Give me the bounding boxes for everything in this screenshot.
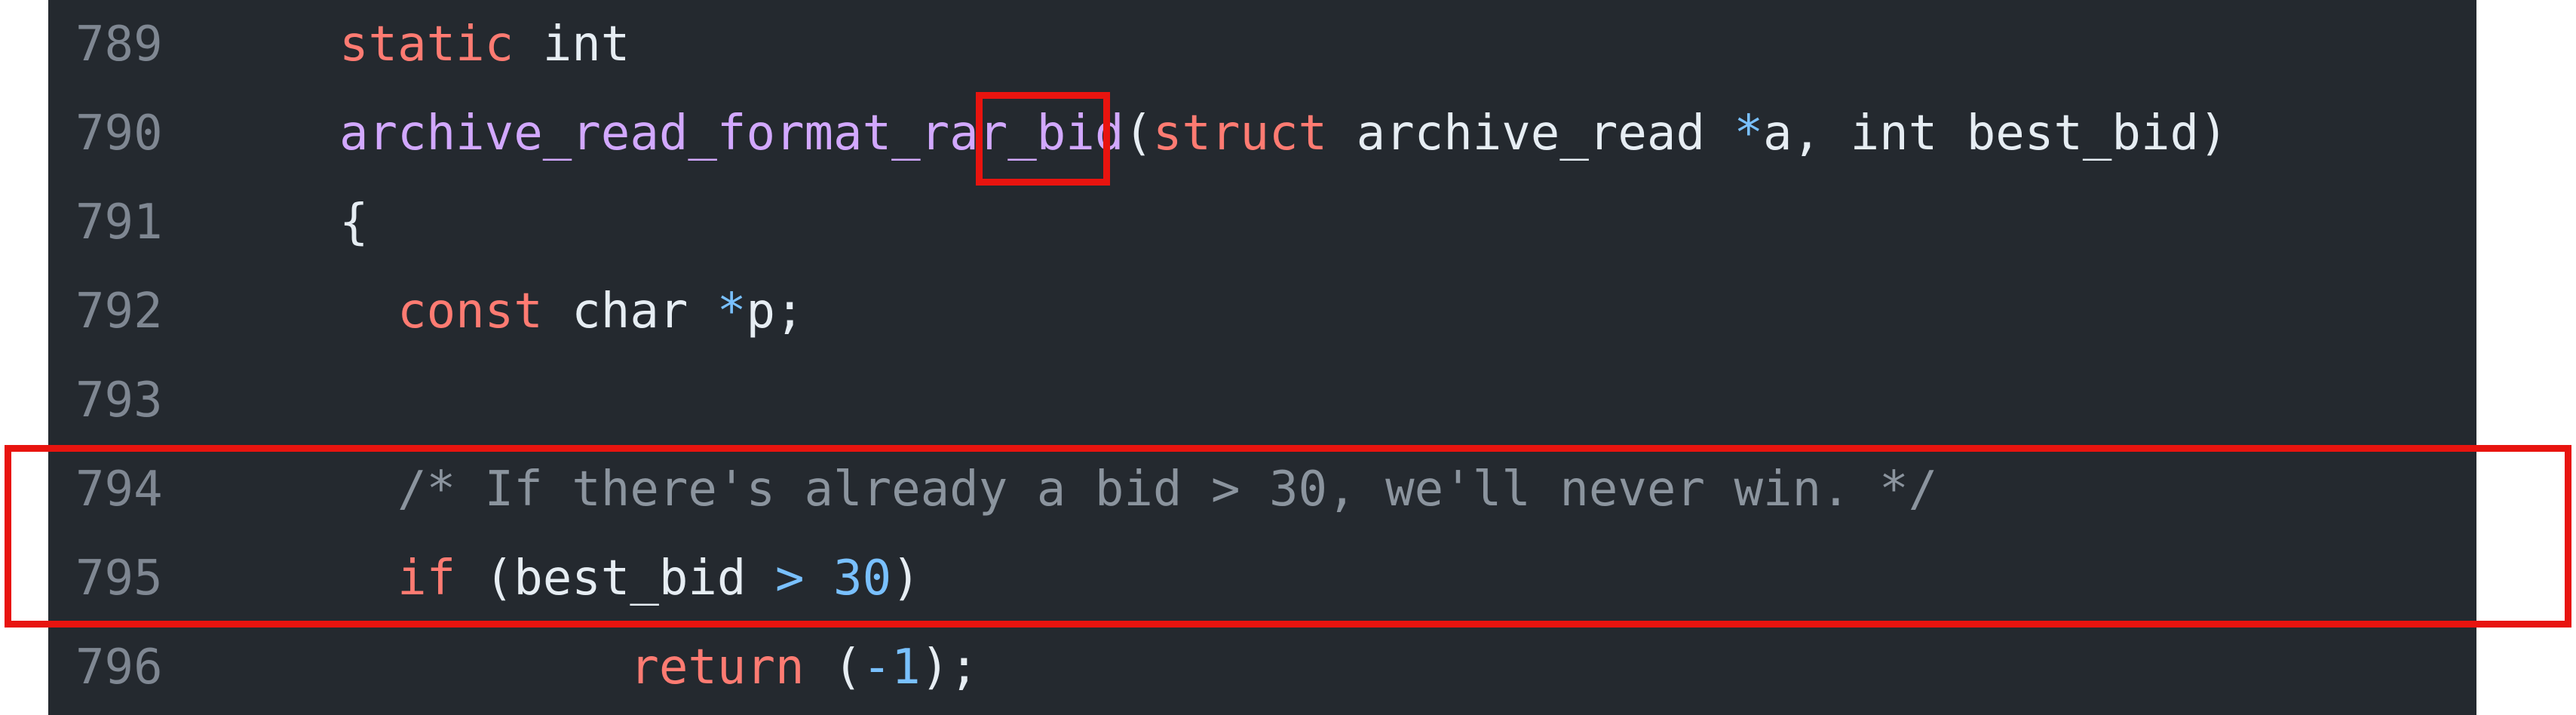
code-token-plain: archive_read [1327, 106, 1734, 161]
code-token-plain: ) [891, 551, 921, 606]
code-token-operator: * [1734, 106, 1764, 161]
code-token-plain: int [514, 17, 630, 72]
code-token-keyword: const [397, 284, 543, 339]
code-token-number: 30 [833, 551, 892, 606]
code-token-plain: ); [920, 640, 979, 695]
line-code: { [339, 178, 369, 267]
code-line-792: 792 const char *p; [48, 267, 2476, 356]
code-line-796: 796 return (-1); [48, 623, 2476, 712]
code-token-plain: ( [804, 640, 863, 695]
code-token-function: archive_read_format_rar_bid [339, 106, 1124, 161]
line-number[interactable]: 795 [75, 534, 241, 623]
code-token-number: -1 [862, 640, 921, 695]
code-line-790: 790 archive_read_format_rar_bid(struct ar… [48, 89, 2476, 178]
line-number[interactable]: 792 [75, 267, 241, 356]
line-number[interactable]: 790 [75, 89, 241, 178]
code-token-plain: a, int best_bid) [1763, 106, 2228, 161]
line-code: static int [339, 0, 630, 89]
line-code: const char *p; [339, 267, 805, 356]
code-line-793: 793 [48, 356, 2476, 445]
line-code: return (-1); [339, 623, 979, 712]
code-token-keyword: if [397, 551, 456, 606]
code-token-plain: { [339, 195, 369, 250]
code-token-keyword: static [339, 17, 514, 72]
code-line-795: 795 if (best_bid > 30) [48, 534, 2476, 623]
code-token-operator: * [716, 284, 747, 339]
line-number[interactable]: 796 [75, 623, 241, 712]
line-number[interactable]: 791 [75, 178, 241, 267]
line-code: if (best_bid > 30) [339, 534, 921, 623]
line-number[interactable]: 793 [75, 356, 241, 445]
code-line-794: 794 /* If there's already a bid > 30, we… [48, 445, 2476, 534]
line-number[interactable]: 794 [75, 445, 241, 534]
code-viewer: 789 static int 790 archive_read_format_rar_… [48, 0, 2476, 715]
code-token-plain: (best_bid [455, 551, 775, 606]
code-token-keyword: return [630, 640, 805, 695]
line-number[interactable]: 789 [75, 0, 241, 89]
code-token-comment: /* If there's already a bid > 30, we'll … [397, 462, 1938, 517]
code-line-789: 789 static int [48, 0, 2476, 89]
code-line-791: 791 { [48, 178, 2476, 267]
code-token-operator: > [774, 551, 805, 606]
line-code: archive_read_format_rar_bid(struct archi… [339, 89, 2228, 178]
code-token-plain: p; [746, 284, 805, 339]
line-code: /* If there's already a bid > 30, we'll … [339, 445, 1937, 534]
code-token-plain: ( [1124, 106, 1153, 161]
code-token-keyword: struct [1152, 106, 1328, 161]
code-token-plain: char [542, 284, 717, 339]
